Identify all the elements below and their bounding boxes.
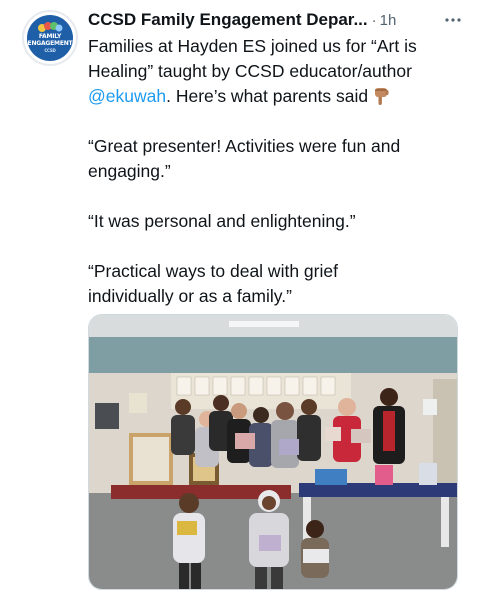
tweet-text: Families at Hayden ES joined us for “Art…: [88, 34, 468, 309]
avatar-label-3: CCSD: [44, 48, 56, 54]
quote-1-line-2: engaging.”: [88, 161, 171, 181]
quote-2: “It was personal and enlightening.”: [88, 211, 356, 231]
text-line-3: @ekuwah. Here’s what parents said: [88, 84, 468, 109]
tweet-photo[interactable]: [88, 314, 458, 590]
hands-icon: [38, 22, 63, 33]
quote-1-line-1: “Great presenter! Activities were fun an…: [88, 136, 401, 156]
text-line-1: Families at Hayden ES joined us for “Art…: [88, 36, 417, 56]
avatar-label-2: ENGAGEMENT: [27, 39, 73, 47]
quote-3-line-1: “Practical ways to deal with grief: [88, 261, 338, 281]
mention-link[interactable]: @ekuwah: [88, 86, 166, 106]
quote-3-line-2: individually or as a family.”: [88, 286, 292, 306]
group-photo: [89, 315, 457, 589]
tweet-header: CCSD Family Engagement Depar... · 1h: [88, 8, 468, 32]
separator-dot: ·: [371, 11, 377, 29]
family-engagement-logo: FAMILY ENGAGEMENT CCSD: [27, 15, 73, 61]
tweet[interactable]: FAMILY ENGAGEMENT CCSD CCSD Family Engag…: [0, 0, 480, 600]
more-icon[interactable]: [442, 10, 464, 30]
avatar[interactable]: FAMILY ENGAGEMENT CCSD: [22, 10, 78, 66]
timestamp[interactable]: 1h: [380, 12, 397, 29]
point-down-emoji: [375, 88, 389, 105]
text-line-3-rest: . Here’s what parents said: [166, 86, 369, 106]
text-line-2: Healing” taught by CCSD educator/author: [88, 61, 412, 81]
author-name[interactable]: CCSD Family Engagement Depar...: [88, 10, 368, 30]
